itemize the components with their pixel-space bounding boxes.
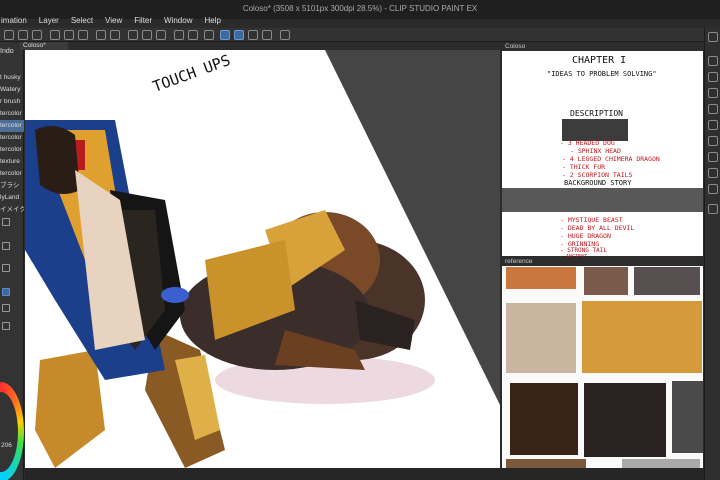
brush-item[interactable]: tercolor [0, 108, 24, 120]
status-bar [25, 468, 704, 480]
page-manager-icon[interactable] [708, 168, 718, 178]
anti-alias-icon[interactable] [2, 304, 10, 312]
doc-tab[interactable]: Coloso [502, 42, 703, 51]
doc-subtitle: "IDEAS TO PROBLEM SOLVING" [547, 70, 657, 78]
command-bar [0, 28, 720, 42]
menu-filter[interactable]: Filter [134, 14, 152, 28]
canvas-tab[interactable]: Coloso* [20, 42, 68, 50]
document-panel: Coloso CHAPTER I "IDEAS TO PROBLEM SOLVI… [502, 42, 703, 260]
doc-list-item: - 4 LEGGED CHIMERA DRAGON [562, 155, 660, 163]
brush-item[interactable]: tercolor [0, 132, 24, 144]
new-file-icon[interactable] [4, 30, 14, 40]
reference-image-rottweiler-2[interactable] [584, 383, 666, 457]
doc-background-label: BACKGROUND STORY [564, 179, 632, 187]
brush-item[interactable]: Watery [0, 84, 24, 96]
doc-list-item: - SPHINX HEAD [570, 147, 621, 155]
stabilization-icon[interactable] [2, 288, 10, 296]
auto-action-icon[interactable] [708, 136, 718, 146]
brush-size-readout: 206 [1, 442, 12, 449]
brush-item[interactable]: tercolor [0, 168, 24, 180]
navigator-icon[interactable] [708, 72, 718, 82]
brush-item[interactable]: texture [0, 156, 24, 168]
doc-story-item: - MYSTIQUE BEAST [560, 216, 623, 224]
menu-view[interactable]: View [105, 14, 122, 28]
doc-list-item: - THICK FUR [562, 163, 606, 171]
fill-icon[interactable] [142, 30, 152, 40]
print-icon[interactable] [64, 30, 74, 40]
doc-dark-note [562, 119, 628, 141]
layer-icon[interactable] [708, 32, 718, 42]
tool-property-icon[interactable] [2, 322, 10, 330]
menu-layer[interactable]: Layer [39, 14, 59, 28]
snap-perspective-icon[interactable] [248, 30, 258, 40]
doc-heading: CHAPTER I [572, 55, 627, 66]
reference-image-animal[interactable] [584, 267, 628, 295]
material-icon[interactable] [708, 88, 718, 98]
snap-grid-icon[interactable] [234, 30, 244, 40]
undo-icon[interactable] [96, 30, 106, 40]
brush-item-selected[interactable]: tercolor [0, 120, 24, 132]
reference-image-dark[interactable] [672, 381, 703, 453]
reference-panel: reference [502, 257, 703, 468]
opacity-icon[interactable] [2, 264, 10, 272]
crop-icon[interactable] [188, 30, 198, 40]
reference-image-rottweiler-1[interactable] [510, 383, 578, 455]
quick-access-icon[interactable] [708, 204, 718, 214]
layer-property-icon[interactable] [708, 56, 718, 66]
doc-list-item: - 3 HEADED DOG [560, 139, 615, 147]
brush-item[interactable]: tercolor [0, 144, 24, 156]
menu-window[interactable]: Window [164, 14, 192, 28]
menu-select[interactable]: Select [71, 14, 93, 28]
menu-animation[interactable]: imation [1, 14, 27, 28]
redo-icon[interactable] [110, 30, 120, 40]
doc-description-label: DESCRIPTION [570, 109, 623, 118]
eye-of-horus [161, 287, 189, 303]
item-bank-icon[interactable] [708, 120, 718, 130]
invert-selection-icon[interactable] [204, 30, 214, 40]
reference-image-scorpion-2[interactable] [582, 301, 702, 373]
animation-icon[interactable] [708, 184, 718, 194]
snap-ruler-icon[interactable] [220, 30, 230, 40]
reference-image-bottom-2[interactable] [622, 459, 700, 468]
canvas-area[interactable]: TOUCH UPS [25, 50, 500, 468]
creature-face [35, 126, 80, 194]
doc-list-item: - 2 SCORPION TAILS [562, 171, 633, 179]
brush-settings-icon[interactable] [2, 218, 10, 226]
export-icon[interactable] [50, 30, 60, 40]
save-icon[interactable] [32, 30, 42, 40]
canvas-artwork[interactable]: TOUCH UPS [25, 50, 500, 468]
eyedropper-icon[interactable] [280, 30, 290, 40]
doc-story-text-block [502, 188, 703, 212]
brush-size-icon[interactable] [2, 242, 10, 250]
brush-item[interactable]: r brush [0, 96, 24, 108]
menu-bar: imation Layer Select View Filter Window … [0, 14, 221, 28]
history-icon[interactable] [708, 104, 718, 114]
reference-image-scorpion-1[interactable] [506, 303, 576, 373]
layer-search-icon[interactable] [708, 152, 718, 162]
brush-sub-tool-panel: Indo t husky Watery r brush tercolor ter… [0, 42, 24, 480]
brush-item[interactable]: ブラシ [0, 180, 24, 192]
deselect-icon[interactable] [174, 30, 184, 40]
clear-icon[interactable] [128, 30, 138, 40]
show-rulers-icon[interactable] [262, 30, 272, 40]
reference-image-scorpion-top[interactable] [634, 267, 700, 295]
open-file-icon[interactable] [18, 30, 28, 40]
doc-story-item: - STRONG TAIL [560, 247, 607, 254]
transform-icon[interactable] [156, 30, 166, 40]
reference-image-bottom-1[interactable] [506, 459, 586, 468]
brush-item[interactable]: t husky [0, 72, 24, 84]
window-title: Coloso* (3508 x 5101px 300dpi 28.5%) - C… [242, 4, 478, 13]
document-page[interactable]: CHAPTER I "IDEAS TO PROBLEM SOLVING" DES… [502, 51, 703, 260]
brush-item[interactable]: lyLand [0, 192, 24, 204]
reference-image-fox[interactable] [506, 267, 576, 289]
upload-icon[interactable] [78, 30, 88, 40]
doc-story-item: - HUGE DRAGON [560, 232, 611, 240]
ref-tab[interactable]: reference [502, 257, 703, 266]
right-dock-bar [704, 28, 720, 480]
brush-item[interactable]: イメイク [0, 204, 24, 216]
doc-story-item: - DEAD BY ALL DEVIL [560, 224, 635, 232]
menu-help[interactable]: Help [204, 14, 220, 28]
